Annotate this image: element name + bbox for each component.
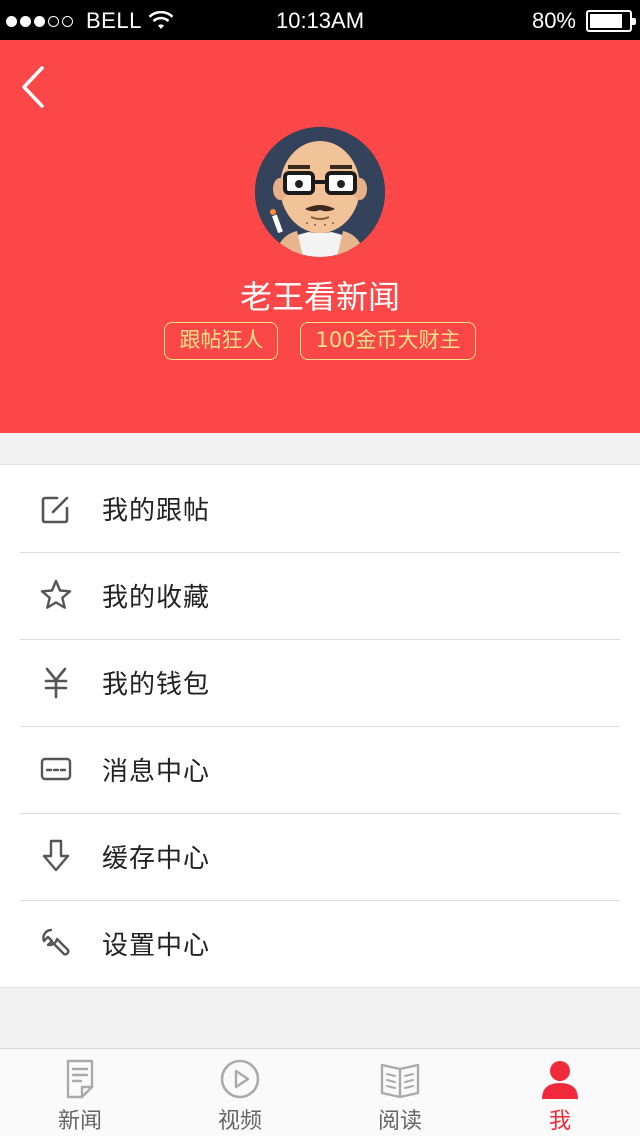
- tab-label: 视频: [217, 1109, 262, 1134]
- tab-reading[interactable]: 阅读: [320, 1049, 480, 1136]
- status-bar: BELL 10:13AM 80%: [0, 0, 640, 40]
- tab-label: 我: [548, 1109, 571, 1134]
- menu-item-settings[interactable]: 设置中心: [0, 900, 640, 987]
- menu-item-label: 缓存中心: [102, 844, 211, 874]
- menu-item-downloads[interactable]: 缓存中心: [0, 813, 640, 900]
- download-icon: [37, 837, 75, 875]
- tab-bar: 新闻 视频 阅读 我: [0, 1048, 640, 1136]
- badge[interactable]: 100金币大财主: [300, 322, 476, 360]
- star-icon: [37, 576, 75, 614]
- menu-item-wallet[interactable]: 我的钱包: [0, 639, 640, 726]
- badge-list: 跟帖狂人 100金币大财主: [0, 322, 640, 360]
- badge[interactable]: 跟帖狂人: [164, 322, 279, 360]
- message-icon: [37, 750, 75, 788]
- battery-percent: 80%: [531, 8, 576, 33]
- menu-item-label: 设置中心: [102, 931, 211, 961]
- profile-header: 老王看新闻 跟帖狂人 100金币大财主: [0, 40, 640, 433]
- avatar-illustration: [255, 127, 385, 257]
- tab-label: 新闻: [57, 1109, 102, 1134]
- menu-item-favorites[interactable]: 我的收藏: [0, 552, 640, 639]
- wrench-icon: [37, 924, 75, 962]
- username: 老王看新闻: [239, 278, 400, 316]
- menu-item-messages[interactable]: 消息中心: [0, 726, 640, 813]
- tab-video[interactable]: 视频: [160, 1049, 320, 1136]
- yen-icon: [37, 663, 75, 701]
- menu-item-label: 消息中心: [102, 757, 211, 787]
- battery-status: 80%: [531, 8, 636, 34]
- tab-news[interactable]: 新闻: [0, 1049, 160, 1136]
- tab-label: 阅读: [377, 1109, 422, 1134]
- menu-item-label: 我的收藏: [102, 583, 211, 613]
- battery-icon: [586, 10, 636, 32]
- edit-icon: [37, 489, 75, 527]
- menu-item-comments[interactable]: 我的跟帖: [0, 465, 640, 552]
- back-button[interactable]: [14, 62, 54, 112]
- news-icon: [58, 1057, 102, 1101]
- chevron-left-icon: [22, 66, 44, 108]
- menu-item-label: 我的钱包: [102, 670, 211, 700]
- person-icon: [538, 1057, 582, 1101]
- book-icon: [378, 1057, 422, 1101]
- menu-list: 我的跟帖 我的收藏 我的钱包 消息中心 缓存中心 设置中心: [0, 464, 640, 988]
- avatar[interactable]: [255, 127, 385, 257]
- menu-item-label: 我的跟帖: [102, 496, 211, 526]
- video-icon: [218, 1057, 262, 1101]
- tab-me[interactable]: 我: [480, 1049, 640, 1136]
